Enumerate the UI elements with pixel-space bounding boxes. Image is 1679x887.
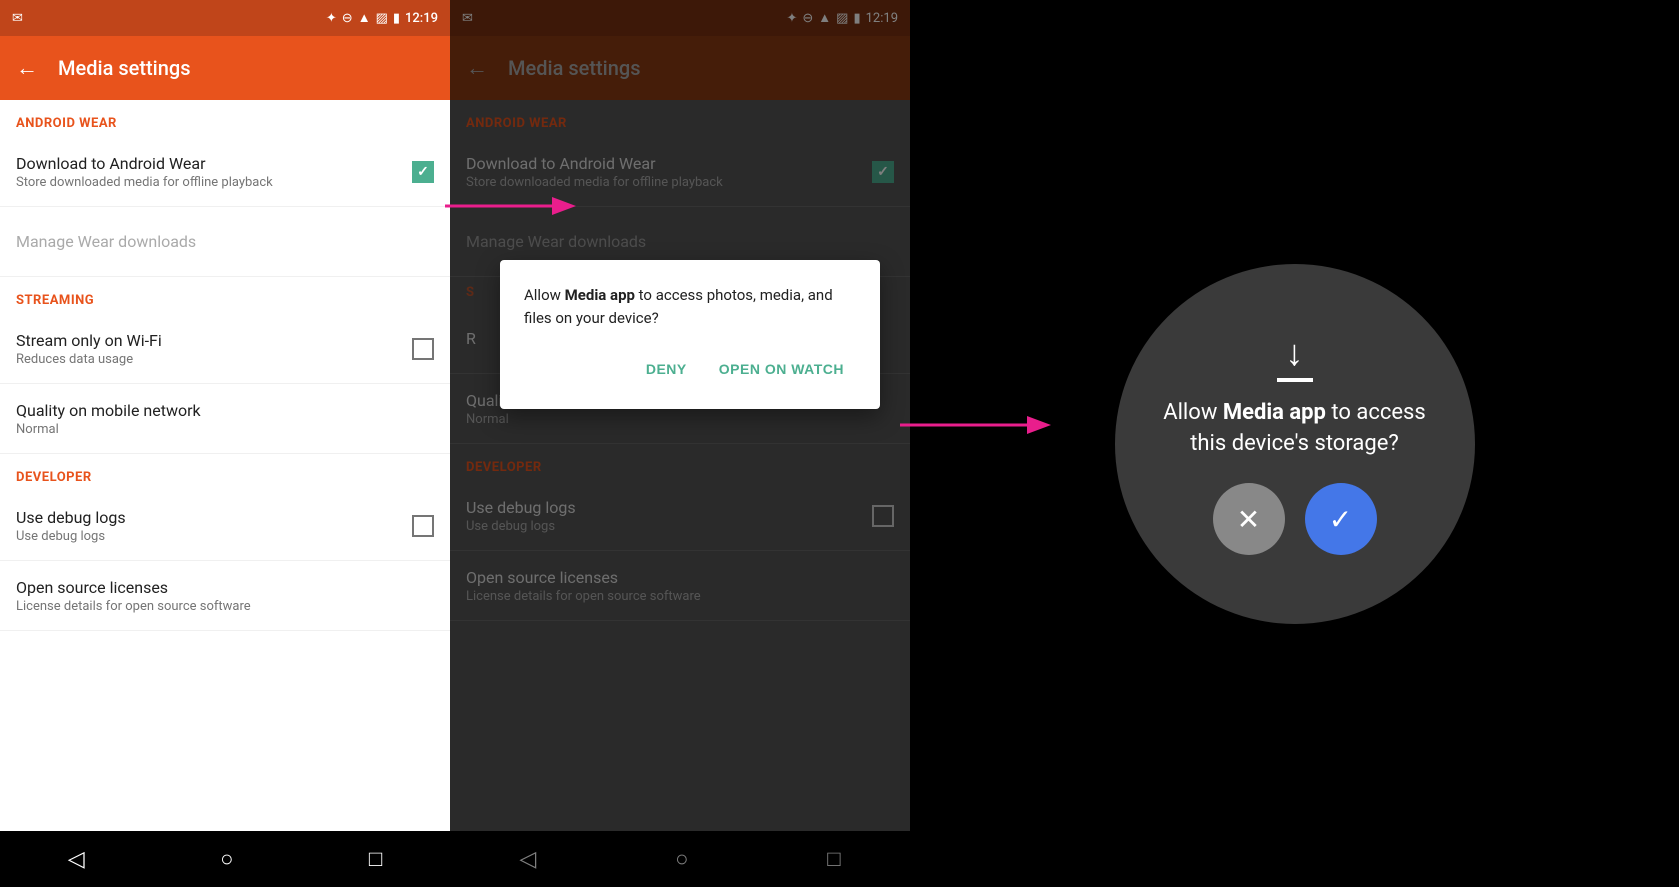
app-bar-title-1: Media settings — [58, 56, 191, 80]
settings-item-debug-logs-text: Use debug logs Use debug logs — [16, 508, 412, 544]
settings-item-download-to-wear-subtitle: Store downloaded media for offline playb… — [16, 175, 412, 190]
section-header-developer: DEVELOPER — [0, 454, 450, 491]
back-arrow-1[interactable]: ← — [16, 55, 38, 81]
nav-bar-1: ◁ ○ □ — [0, 831, 450, 887]
dim-overlay — [450, 0, 910, 887]
watch-deny-icon: ✕ — [1237, 503, 1260, 536]
dialog-app-name: Media app — [565, 286, 635, 304]
watch-confirm-icon: ✓ — [1329, 503, 1352, 536]
mail-icon: ✉ — [12, 11, 23, 26]
dialog-open-watch-button[interactable]: OPEN ON WATCH — [707, 353, 856, 385]
minus-circle-icon: ⊖ — [342, 11, 353, 26]
settings-item-manage-wear: Manage Wear downloads — [0, 207, 450, 277]
download-icon: ↓ — [1277, 332, 1313, 382]
settings-item-stream-wifi-title: Stream only on Wi-Fi — [16, 331, 412, 350]
settings-item-download-to-wear-text: Download to Android Wear Store downloade… — [16, 154, 412, 190]
nav-back-icon-1[interactable]: ◁ — [68, 847, 85, 872]
watch-app-name: Media app — [1223, 400, 1326, 425]
phone-screen-2: ✉ ✦ ⊖ ▲ ▨ ▮ 12:19 ← Media settings ANDRO… — [450, 0, 910, 887]
time-display-1: 12:19 — [405, 11, 438, 26]
dialog-text: Allow Media app to access photos, media,… — [524, 284, 856, 329]
settings-item-stream-wifi-text: Stream only on Wi-Fi Reduces data usage — [16, 331, 412, 367]
status-bar-left-1: ✉ — [12, 11, 23, 26]
download-icon-bar — [1277, 378, 1313, 382]
settings-item-debug-logs-title: Use debug logs — [16, 508, 412, 527]
checkbox-debug-logs[interactable] — [412, 515, 434, 537]
arrow-1 — [445, 191, 585, 221]
settings-item-open-source-title: Open source licenses — [16, 578, 434, 597]
settings-content-1: ANDROID WEAR Download to Android Wear St… — [0, 100, 450, 831]
wifi-icon: ▲ — [358, 10, 371, 26]
settings-item-debug-logs-subtitle: Use debug logs — [16, 529, 412, 544]
arrow-2 — [900, 410, 1060, 440]
settings-item-quality-mobile-title: Quality on mobile network — [16, 401, 434, 420]
nav-home-icon-1[interactable]: ○ — [220, 846, 233, 872]
battery-icon: ▮ — [393, 11, 400, 26]
checkbox-download-to-wear[interactable] — [412, 161, 434, 183]
checkbox-stream-wifi[interactable] — [412, 338, 434, 360]
settings-item-open-source[interactable]: Open source licenses License details for… — [0, 561, 450, 631]
watch-area: ↓ Allow Media app to access this device'… — [910, 0, 1679, 887]
settings-item-debug-logs[interactable]: Use debug logs Use debug logs — [0, 491, 450, 561]
bluetooth-icon: ✦ — [326, 11, 337, 26]
watch-buttons: ✕ ✓ — [1213, 483, 1377, 555]
section-header-android-wear: ANDROID WEAR — [0, 100, 450, 137]
settings-item-manage-wear-title: Manage Wear downloads — [16, 232, 434, 251]
settings-item-stream-wifi[interactable]: Stream only on Wi-Fi Reduces data usage — [0, 314, 450, 384]
nav-recent-icon-1[interactable]: □ — [369, 846, 382, 872]
dialog-buttons: DENY OPEN ON WATCH — [524, 353, 856, 385]
settings-item-quality-mobile[interactable]: Quality on mobile network Normal — [0, 384, 450, 454]
signal-icon: ▨ — [376, 11, 388, 26]
section-header-streaming: STREAMING — [0, 277, 450, 314]
settings-item-download-to-wear[interactable]: Download to Android Wear Store downloade… — [0, 137, 450, 207]
settings-item-stream-wifi-subtitle: Reduces data usage — [16, 352, 412, 367]
app-bar-1: ← Media settings — [0, 36, 450, 100]
settings-item-download-to-wear-title: Download to Android Wear — [16, 154, 412, 173]
settings-item-quality-mobile-subtitle: Normal — [16, 422, 434, 437]
watch-circle: ↓ Allow Media app to access this device'… — [1115, 264, 1475, 624]
watch-text: Allow Media app to access this device's … — [1115, 398, 1475, 460]
dialog-deny-button[interactable]: DENY — [634, 353, 699, 385]
phone-screen-1: ✉ ✦ ⊖ ▲ ▨ ▮ 12:19 ← Media settings ANDRO… — [0, 0, 450, 887]
status-bar-right-1: ✦ ⊖ ▲ ▨ ▮ 12:19 — [326, 10, 438, 26]
watch-confirm-button[interactable]: ✓ — [1305, 483, 1377, 555]
watch-deny-button[interactable]: ✕ — [1213, 483, 1285, 555]
settings-item-open-source-subtitle: License details for open source software — [16, 599, 434, 614]
permission-dialog: Allow Media app to access photos, media,… — [500, 260, 880, 409]
settings-item-quality-mobile-text: Quality on mobile network Normal — [16, 401, 434, 437]
settings-item-open-source-text: Open source licenses License details for… — [16, 578, 434, 614]
settings-item-manage-wear-text: Manage Wear downloads — [16, 232, 434, 251]
status-bar-1: ✉ ✦ ⊖ ▲ ▨ ▮ 12:19 — [0, 0, 450, 36]
